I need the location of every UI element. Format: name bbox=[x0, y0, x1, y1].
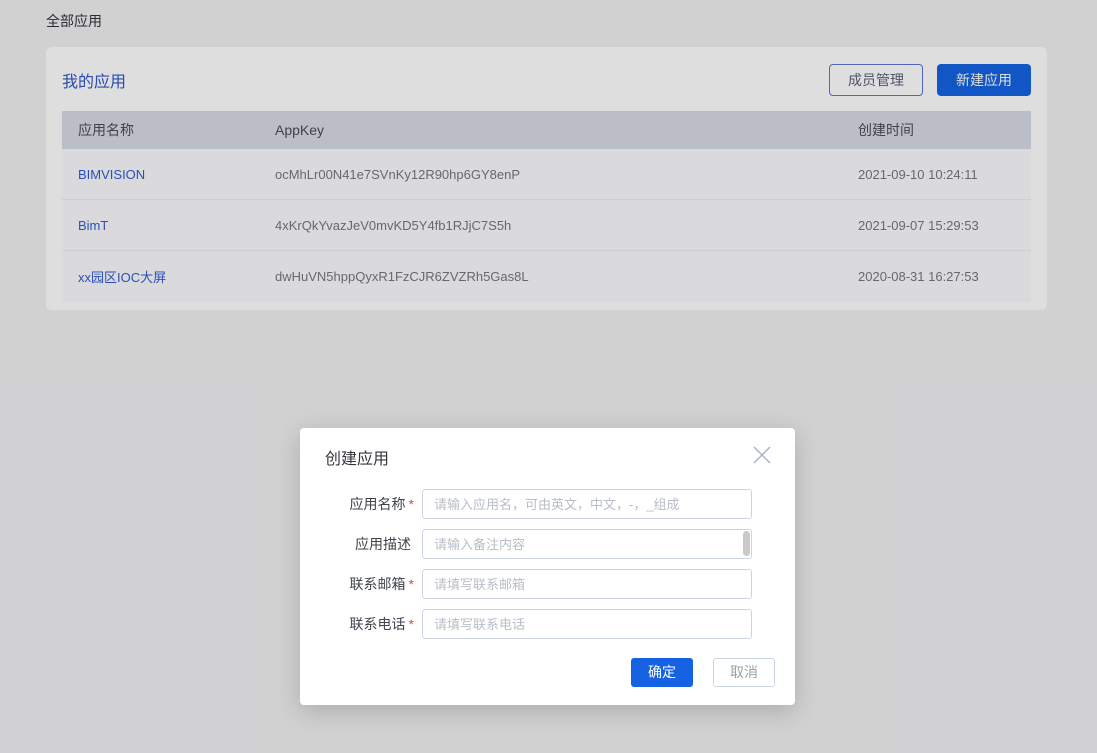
modal-footer: 确定 取消 bbox=[631, 658, 775, 687]
app-name-input[interactable] bbox=[422, 489, 752, 519]
textarea-scrollbar-thumb[interactable] bbox=[743, 531, 750, 556]
cancel-button[interactable]: 取消 bbox=[713, 658, 775, 687]
form-row-app-name: 应用名称* bbox=[300, 489, 795, 519]
form-row-contact-email: 联系邮箱* bbox=[300, 569, 795, 599]
contact-email-input[interactable] bbox=[422, 569, 752, 599]
required-mark: * bbox=[409, 616, 414, 632]
required-mark: * bbox=[409, 576, 414, 592]
required-mark: * bbox=[409, 496, 414, 512]
confirm-button[interactable]: 确定 bbox=[631, 658, 693, 687]
field-label: 应用描述 bbox=[300, 534, 422, 554]
field-label: 联系电话* bbox=[300, 614, 422, 634]
create-app-modal: 创建应用 应用名称* 应用描述 联系邮箱* 联系电话 bbox=[300, 428, 795, 705]
field-label: 应用名称* bbox=[300, 494, 422, 514]
field-label: 联系邮箱* bbox=[300, 574, 422, 594]
form-row-contact-phone: 联系电话* bbox=[300, 609, 795, 639]
create-app-form: 应用名称* 应用描述 联系邮箱* 联系电话* bbox=[300, 489, 795, 639]
form-row-app-description: 应用描述 bbox=[300, 529, 795, 559]
close-icon[interactable] bbox=[750, 443, 774, 467]
modal-title: 创建应用 bbox=[325, 445, 389, 469]
close-x-glyph bbox=[751, 444, 773, 466]
contact-phone-input[interactable] bbox=[422, 609, 752, 639]
app-description-input[interactable] bbox=[422, 529, 752, 559]
